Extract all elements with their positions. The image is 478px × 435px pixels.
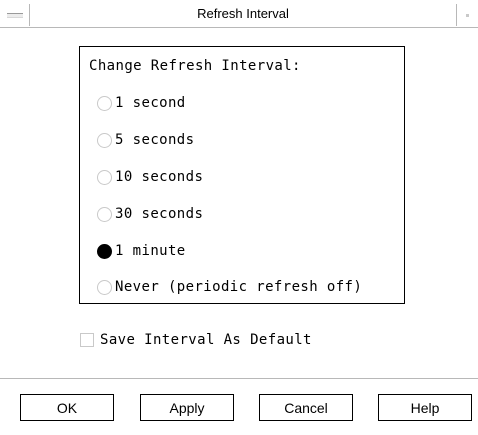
save-default-checkbox[interactable] (80, 333, 94, 347)
radio-option-never[interactable]: Never (periodic refresh off) (97, 277, 362, 297)
radio-option-1-minute[interactable]: 1 minute (97, 241, 186, 261)
radio-button-icon[interactable] (97, 206, 112, 222)
save-default-label: Save Interval As Default (100, 332, 312, 348)
radio-option-label: 1 minute (115, 243, 186, 259)
refresh-interval-group: Change Refresh Interval: 1 second 5 seco… (79, 46, 405, 304)
radio-button-icon[interactable] (97, 95, 112, 111)
radio-option-10-seconds[interactable]: 10 seconds (97, 167, 203, 187)
radio-option-label: 5 seconds (115, 132, 195, 148)
ok-button[interactable]: OK (20, 394, 114, 421)
minimize-button[interactable] (456, 4, 478, 26)
radio-option-5-seconds[interactable]: 5 seconds (97, 130, 194, 150)
radio-option-label: 10 seconds (115, 169, 204, 185)
cancel-button[interactable]: Cancel (259, 394, 353, 421)
button-separator (0, 378, 478, 379)
apply-button[interactable]: Apply (140, 394, 234, 421)
radio-option-30-seconds[interactable]: 30 seconds (97, 204, 203, 224)
group-title: Change Refresh Interval: (89, 58, 301, 74)
dialog-window: Refresh Interval Change Refresh Interval… (0, 0, 478, 435)
save-default-checkbox-row[interactable]: Save Interval As Default (80, 330, 312, 350)
radio-button-icon[interactable] (97, 132, 112, 148)
radio-button-icon[interactable] (97, 169, 112, 185)
radio-button-icon[interactable] (97, 279, 112, 295)
window-title: Refresh Interval (197, 6, 289, 21)
radio-option-label: 1 second (115, 95, 186, 111)
window-menu-button[interactable] (0, 4, 30, 26)
window-menu-icon (7, 13, 23, 18)
minimize-icon (466, 14, 469, 17)
radio-option-label: 30 seconds (115, 206, 204, 222)
title-bar: Refresh Interval (0, 0, 478, 28)
radio-button-icon[interactable] (97, 243, 112, 259)
help-button[interactable]: Help (378, 394, 472, 421)
radio-option-label: Never (periodic refresh off) (115, 279, 363, 295)
radio-option-1-second[interactable]: 1 second (97, 93, 186, 113)
